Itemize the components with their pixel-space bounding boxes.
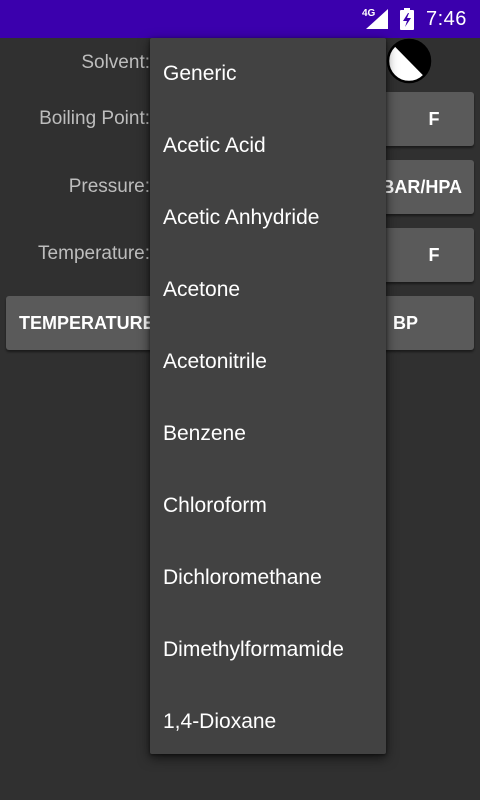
temperature-unit-button[interactable]: F <box>374 228 474 282</box>
clock: 7:46 <box>426 8 467 30</box>
calculate-bp-label: BP <box>393 312 419 333</box>
temperature-label: Temperature: <box>38 243 150 264</box>
signal-icon <box>366 9 388 29</box>
dropdown-item-dichloromethane[interactable]: Dichloromethane <box>150 542 386 614</box>
calculate-bp-button[interactable]: BP <box>374 296 474 350</box>
dropdown-item-acetic-acid[interactable]: Acetic Acid <box>150 110 386 182</box>
solvent-dropdown-menu: Generic Acetic Acid Acetic Anhydride Ace… <box>150 38 386 754</box>
boiling-point-label: Boiling Point: <box>39 108 150 129</box>
dropdown-item-generic[interactable]: Generic <box>150 38 386 110</box>
temperature-unit-label: F <box>428 244 440 265</box>
contrast-icon[interactable] <box>386 38 432 84</box>
calculate-temperature-label: TEMPERATURE <box>19 312 155 333</box>
dropdown-item-dimethylformamide[interactable]: Dimethylformamide <box>150 614 386 686</box>
boiling-point-unit-label: F <box>428 108 440 129</box>
solvent-label: Solvent: <box>81 52 150 73</box>
dropdown-item-chloroform[interactable]: Chloroform <box>150 470 386 542</box>
pressure-unit-button[interactable]: BAR/HPA <box>374 160 474 214</box>
dropdown-item-acetic-anhydride[interactable]: Acetic Anhydride <box>150 182 386 254</box>
battery-charging-icon <box>400 8 414 30</box>
dropdown-item-acetonitrile[interactable]: Acetonitrile <box>150 326 386 398</box>
dropdown-item-dioxane[interactable]: 1,4-Dioxane <box>150 686 386 758</box>
pressure-label: Pressure: <box>68 176 150 197</box>
pressure-unit-label: BAR/HPA <box>381 176 462 197</box>
dropdown-item-acetone[interactable]: Acetone <box>150 254 386 326</box>
dropdown-item-benzene[interactable]: Benzene <box>150 398 386 470</box>
status-bar: 4G 7:46 <box>0 0 480 38</box>
boiling-point-unit-button[interactable]: F <box>374 92 474 146</box>
